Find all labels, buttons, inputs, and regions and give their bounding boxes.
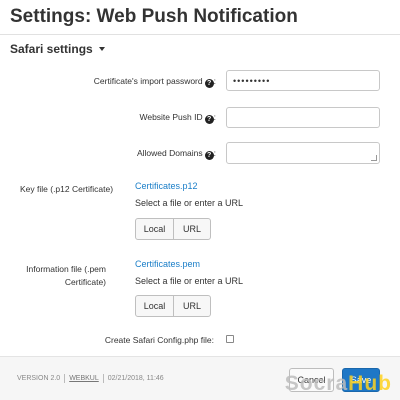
section-label: Safari settings bbox=[10, 42, 93, 56]
info-file-hint: Select a file or enter a URL bbox=[135, 276, 244, 286]
website-push-id-input[interactable] bbox=[226, 107, 380, 128]
info-file-url-button[interactable]: URL bbox=[173, 296, 210, 316]
caret-down-icon bbox=[98, 47, 105, 51]
config-file-checkbox[interactable] bbox=[226, 335, 234, 343]
footer-separator bbox=[64, 374, 66, 383]
info-file-link[interactable]: Certificates.pem bbox=[135, 259, 200, 269]
allowed-domains-textarea[interactable] bbox=[226, 142, 380, 164]
resize-grip-icon[interactable] bbox=[371, 155, 377, 161]
footer-separator bbox=[102, 374, 104, 383]
info-file-source-group: Local URL bbox=[135, 295, 211, 317]
info-file-label: Information file (.pem Certificate) bbox=[26, 264, 106, 287]
key-file-link[interactable]: Certificates.p12 bbox=[135, 181, 198, 191]
cert-password-input[interactable]: ••••••••• bbox=[226, 70, 380, 91]
key-file-hint: Select a file or enter a URL bbox=[135, 198, 244, 208]
footer-meta: VERSION 2.0 WEBKUL 02/21/2018, 11:46 bbox=[17, 374, 164, 383]
key-file-url-button[interactable]: URL bbox=[173, 219, 210, 239]
cert-password-label: Certificate's import password?: bbox=[93, 76, 216, 88]
question-circle-icon[interactable]: ? bbox=[204, 151, 214, 160]
brand-link[interactable]: WEBKUL bbox=[69, 375, 99, 382]
question-circle-icon[interactable]: ? bbox=[204, 79, 214, 88]
info-file-local-button[interactable]: Local bbox=[136, 296, 173, 316]
key-file-source-group: Local URL bbox=[135, 218, 211, 240]
config-file-label: Create Safari Config.php file: bbox=[104, 335, 214, 345]
page-title: Settings: Web Push Notification bbox=[10, 6, 298, 27]
timestamp-text: 02/21/2018, 11:46 bbox=[107, 375, 164, 382]
allowed-domains-label: Allowed Domains?: bbox=[136, 148, 216, 160]
title-divider bbox=[0, 34, 400, 35]
version-text: VERSION 2.0 bbox=[17, 375, 61, 382]
question-circle-icon[interactable]: ? bbox=[204, 115, 214, 124]
key-file-local-button[interactable]: Local bbox=[136, 219, 173, 239]
watermark-logo: SocraHub bbox=[284, 372, 392, 395]
key-file-label: Key file (.p12 Certificate) bbox=[20, 184, 114, 194]
website-push-id-label: Website Push ID?: bbox=[139, 112, 216, 124]
safari-settings-toggle[interactable]: Safari settings bbox=[10, 42, 105, 56]
